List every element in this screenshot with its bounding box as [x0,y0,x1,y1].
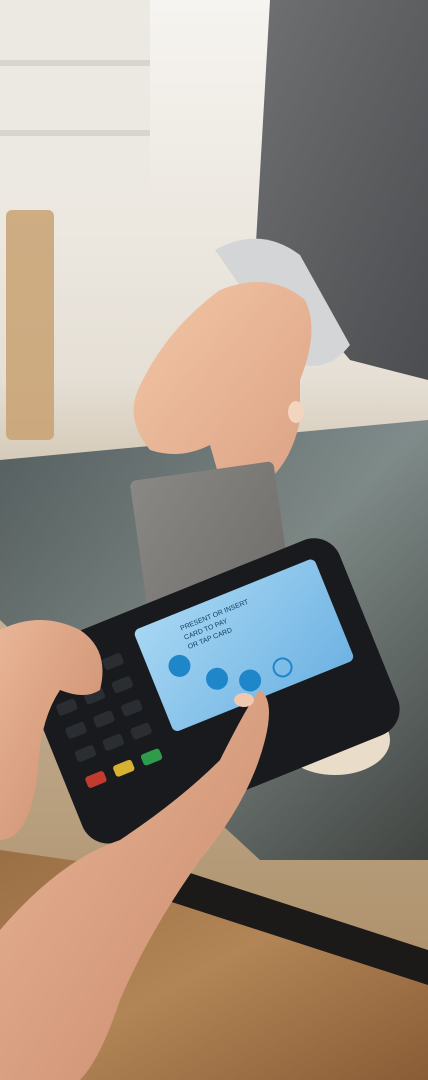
shelf-line [0,60,150,66]
holder-thumbnail [234,693,254,707]
background-shelf [0,0,150,200]
background-jar [6,210,54,440]
payment-photo: PRESENT OR INSERT CARD TO PAY OR TAP CAR… [0,0,428,1080]
shelf-line-2 [0,130,150,136]
fingernail [288,401,304,423]
